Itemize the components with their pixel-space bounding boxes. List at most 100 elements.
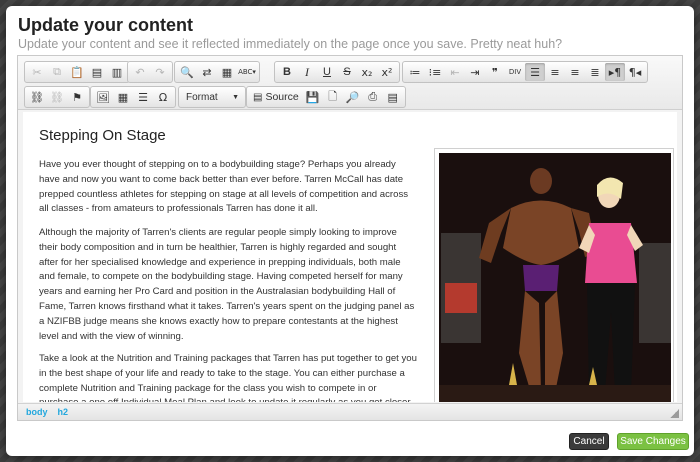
align-center-button[interactable]: ≡ [545,63,565,81]
special-char-button[interactable]: Ω [153,88,173,106]
content-paragraph-3: Take a look at the Nutrition and Trainin… [39,353,417,402]
clipboard-text-icon: ▤ [91,65,103,79]
align-justify-icon: ≣ [590,65,600,79]
align-right-icon: ≡ [570,65,580,79]
scissors-icon: ✂ [32,65,42,79]
image-button[interactable]: 🖼 [93,88,113,106]
source-button[interactable]: ▤ Source [249,88,303,106]
numbered-list-icon: ≔ [409,65,421,79]
numbered-list-button[interactable]: ≔ [405,63,425,81]
unlink-button[interactable]: ⛓ [47,88,67,106]
document-group: ▤ Source 💾 🗋 🔎 ⎙ ▤ [246,86,406,108]
content-image[interactable] [434,148,674,402]
new-page-icon: 🗋 [328,89,338,103]
copy-icon: ⧉ [53,65,61,78]
replace-button[interactable]: ⇄ [197,63,217,81]
superscript-button[interactable]: x² [377,63,397,81]
preview-button[interactable]: 🔎 [343,88,363,106]
chevron-down-icon: ▼ [232,93,239,101]
undo-button[interactable]: ↶ [130,63,150,81]
link-icon: ⛓ [30,90,44,104]
bodybuilding-stage-photo [439,153,671,402]
new-page-button[interactable]: 🗋 [323,88,343,106]
element-path-bar: body h2 [18,403,682,420]
content-paragraph-2: Although the majority of Tarren's client… [39,227,415,342]
indent-button[interactable]: ⇥ [465,63,485,81]
div-button[interactable]: DIV [505,63,525,81]
rtl-button[interactable]: ¶◂ [625,63,645,81]
bullet-list-icon: ⁝≡ [428,65,442,79]
insert-group: 🖼 ▦ ☰ Ω [90,86,176,108]
outdent-icon: ⇤ [450,65,460,79]
strikethrough-button[interactable]: S [337,63,357,81]
anchor-button[interactable]: ⚑ [67,88,87,106]
redo-button[interactable]: ↷ [150,63,170,81]
select-all-button[interactable]: ▦ [217,63,237,81]
clipboard-icon: 📋 [70,65,84,79]
search-icon: 🔍 [180,65,194,79]
modal-title: Update your content [18,15,194,35]
italic-button[interactable]: I [297,63,317,81]
find-group: 🔍 ⇄ ▦ ABC▾ [174,61,260,83]
photo-illustration [439,153,671,402]
bold-button[interactable]: B [277,63,297,81]
spellcheck-button[interactable]: ABC▾ [237,63,257,81]
templates-icon: ▤ [387,90,398,104]
copy-button[interactable]: ⧉ [47,63,67,81]
table-button[interactable]: ▦ [113,88,133,106]
undo-icon: ↶ [135,65,145,79]
paste-button[interactable]: 📋 [67,63,87,81]
format-combo-group: Format ▼ [178,86,246,108]
align-left-button[interactable]: ☰ [525,63,545,81]
resize-handle-icon[interactable] [670,409,679,418]
spellcheck-icon: ABC▾ [238,68,256,76]
bullet-list-button[interactable]: ⁝≡ [425,63,445,81]
select-all-icon: ▦ [221,65,233,79]
outdent-button[interactable]: ⇤ [445,63,465,81]
horizontal-line-button[interactable]: ☰ [133,88,153,106]
cut-button[interactable]: ✂ [27,63,47,81]
redo-icon: ↷ [155,65,165,79]
print-button[interactable]: ⎙ [363,88,383,106]
image-icon: 🖼 [96,90,110,104]
save-changes-button[interactable]: Save Changes [617,433,689,450]
indent-icon: ⇥ [470,65,480,79]
templates-button[interactable]: ▤ [383,88,403,106]
source-icon: ▤ [253,91,263,103]
clipboard-group: ✂ ⧉ 📋 ▤ ▥ [24,61,130,83]
path-item-body[interactable]: body [26,407,48,417]
subscript-button[interactable]: x₂ [357,63,377,81]
find-button[interactable]: 🔍 [177,63,197,81]
undo-group: ↶ ↷ [127,61,173,83]
ltr-button[interactable]: ▸¶ [605,63,625,81]
format-dropdown[interactable]: Format ▼ [181,88,243,106]
horizontal-line-icon: ☰ [138,90,148,104]
content-editor-modal: Update your content Update your content … [6,6,694,456]
align-justify-button[interactable]: ≣ [585,63,605,81]
div-icon: DIV [508,68,522,76]
align-left-icon: ☰ [530,65,540,79]
text-direction-rtl-icon: ¶◂ [628,65,642,79]
paste-text-button[interactable]: ▤ [87,63,107,81]
format-dropdown-label: Format [186,91,218,103]
content-paragraph-1: Have you ever thought of stepping on to … [39,159,409,215]
align-center-icon: ≡ [550,65,560,79]
content-heading: Stepping On Stage [39,127,166,144]
table-icon: ▦ [117,90,129,104]
paste-word-button[interactable]: ▥ [107,63,127,81]
cancel-button[interactable]: Cancel [569,433,609,450]
editor-content-area[interactable]: Stepping On Stage Have you ever thought … [23,112,677,402]
save-doc-button[interactable]: 💾 [303,88,323,106]
path-item-h2[interactable]: h2 [58,407,69,417]
rich-text-editor: ✂ ⧉ 📋 ▤ ▥ ↶ ↷ 🔍 ⇄ ▦ ABC▾ B I U Sx₂ x² ≔ ⁝≡ ⇤ ⇥ ❞ DIV ☰ ≡ ≡ ≣ ▸… [17,55,683,421]
source-button-label: Source [265,91,299,103]
link-button[interactable]: ⛓ [27,88,47,106]
replace-icon: ⇄ [202,65,212,79]
clipboard-word-icon: ▥ [111,65,123,79]
blockquote-button[interactable]: ❞ [485,63,505,81]
paragraph-group: ≔ ⁝≡ ⇤ ⇥ ❞ DIV ☰ ≡ ≡ ≣ ▸¶ ¶◂ [402,61,648,83]
modal-subtitle: Update your content and see it reflected… [18,37,563,51]
save-icon: 💾 [305,90,320,104]
underline-button[interactable]: U [317,63,337,81]
align-right-button[interactable]: ≡ [565,63,585,81]
